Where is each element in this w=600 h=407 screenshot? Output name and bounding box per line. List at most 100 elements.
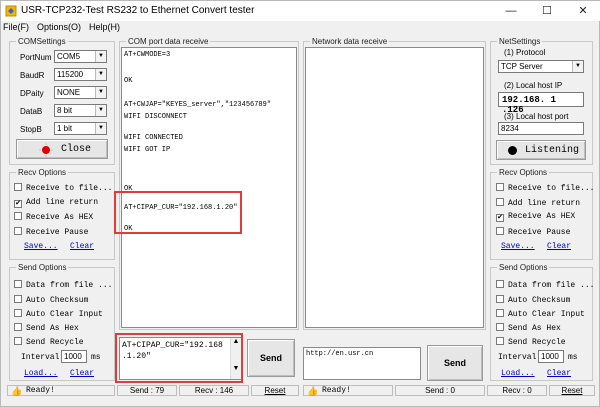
clear-recv-link[interactable]: Clear <box>547 242 571 251</box>
app-icon <box>5 5 17 17</box>
chevron-down-icon[interactable]: ▼ <box>95 69 106 80</box>
local-ip-label: (2) Local host IP <box>504 81 563 90</box>
reset-right-button[interactable]: Reset <box>549 385 595 396</box>
protocol-select[interactable]: TCP Server ▼ <box>498 60 584 73</box>
data-from-file-checkbox[interactable]: Data from file ... <box>496 280 594 290</box>
send-recycle-checkbox[interactable]: Send Recycle <box>496 337 566 347</box>
recv-line: WIFI CONNECTED <box>124 134 183 142</box>
auto-checksum-label: Auto Checksum <box>508 296 571 305</box>
load-link[interactable]: Load... <box>501 369 535 378</box>
chevron-down-icon[interactable]: ▼ <box>95 105 106 116</box>
load-link[interactable]: Load... <box>24 369 58 378</box>
data-from-file-checkbox[interactable]: Data from file ... <box>14 280 112 290</box>
send-options-legend: Send Options <box>499 263 548 272</box>
stopb-select[interactable]: 1 bit ▼ <box>54 122 107 135</box>
local-port-input[interactable]: 8234 <box>498 122 584 135</box>
chevron-down-icon[interactable]: ▼ <box>95 87 106 98</box>
send-as-hex-label: Send As Hex <box>26 324 79 333</box>
receive-to-file-label: Receive to file... <box>26 184 113 193</box>
net-send-textarea[interactable]: http://en.usr.cn <box>303 347 421 380</box>
interval-input[interactable]: 1000 <box>538 350 564 363</box>
listening-label: Listening <box>525 145 580 156</box>
menu-help[interactable]: Help(H) <box>89 22 120 32</box>
dparity-select[interactable]: NONE ▼ <box>54 86 107 99</box>
chevron-down-icon[interactable]: ▼ <box>572 61 583 72</box>
auto-checksum-checkbox[interactable]: Auto Checksum <box>14 295 88 305</box>
recv-line: WIFI DISCONNECT <box>124 113 188 121</box>
title-bar: USR-TCP232-Test RS232 to Ethernet Conver… <box>1 1 600 21</box>
auto-checksum-checkbox[interactable]: Auto Checksum <box>496 295 570 305</box>
recv-line: WIFI GOT IP <box>124 146 171 154</box>
receive-pause-label: Receive Pause <box>26 228 89 237</box>
red-dot-icon <box>39 143 53 157</box>
status-send-right: Send : 0 <box>395 385 485 396</box>
receive-to-file-checkbox[interactable]: Receive to file... <box>496 183 594 193</box>
save-link[interactable]: Save... <box>501 242 535 251</box>
send-recycle-label: Send Recycle <box>508 338 566 347</box>
recv-line <box>124 60 294 69</box>
net-send-button[interactable]: Send <box>427 345 483 381</box>
clear-send-link[interactable]: Clear <box>70 369 94 378</box>
local-ip-input[interactable]: 192.168. 1 .126 <box>498 92 584 115</box>
send-recycle-checkbox[interactable]: Send Recycle <box>14 337 84 347</box>
interval-unit: ms <box>568 353 578 362</box>
send-as-hex-checkbox[interactable]: Send As Hex <box>14 323 79 333</box>
datab-select[interactable]: 8 bit ▼ <box>54 104 107 117</box>
maximize-button[interactable]: ☐ <box>529 1 565 21</box>
datab-value: 8 bit <box>57 106 73 115</box>
recv-line <box>124 122 294 131</box>
chevron-down-icon[interactable]: ▼ <box>95 51 106 62</box>
checkmark-icon: ✔ <box>496 214 504 222</box>
save-link[interactable]: Save... <box>24 242 58 251</box>
com-receive-legend: COM port data receive <box>128 37 209 46</box>
recv-options-legend: Recv Options <box>499 168 548 177</box>
receive-as-hex-label: Receive As HEX <box>508 212 576 221</box>
listening-button[interactable]: Listening <box>496 140 586 160</box>
status-ready-left: Ready! <box>7 385 115 396</box>
highlight-box-receive <box>114 191 242 234</box>
net-receive-textarea[interactable] <box>305 47 484 328</box>
recv-line <box>124 155 294 164</box>
receive-pause-checkbox[interactable]: Receive Pause <box>496 227 570 237</box>
baudr-select[interactable]: 115200 ▼ <box>54 68 107 81</box>
auto-clear-input-checkbox[interactable]: Auto Clear Input <box>14 309 103 319</box>
receive-as-hex-checkbox[interactable]: Receive As HEX <box>14 212 93 222</box>
menu-options[interactable]: Options(O) <box>37 22 81 32</box>
com-receive-textarea[interactable]: AT+CWMODE=3 OK AT+CWJAP="KEYES_server","12… <box>121 47 297 328</box>
recv-line <box>124 86 294 95</box>
minimize-button[interactable]: — <box>493 1 529 21</box>
auto-clear-input-label: Auto Clear Input <box>26 310 103 319</box>
local-port-label: (3) Local host port <box>504 112 569 121</box>
send-as-hex-checkbox[interactable]: Send As Hex <box>496 323 561 333</box>
dparity-label: DPaity <box>20 89 44 98</box>
clear-send-link[interactable]: Clear <box>547 369 571 378</box>
clear-recv-link[interactable]: Clear <box>70 242 94 251</box>
send-as-hex-label: Send As Hex <box>508 324 561 333</box>
close-port-label: Close <box>61 144 92 155</box>
close-window-button[interactable]: ✕ <box>565 1 600 21</box>
send-recycle-label: Send Recycle <box>26 338 84 347</box>
datab-label: DataB <box>20 107 43 116</box>
baudr-label: BaudR <box>20 71 45 80</box>
interval-input[interactable]: 1000 <box>61 350 87 363</box>
auto-clear-input-checkbox[interactable]: Auto Clear Input <box>496 309 585 319</box>
com-send-button[interactable]: Send <box>247 339 295 377</box>
com-settings-legend: COMSettings <box>18 37 66 46</box>
window-title: USR-TCP232-Test RS232 to Ethernet Conver… <box>21 5 255 16</box>
portnum-select[interactable]: COM5 ▼ <box>54 50 107 63</box>
stopb-value: 1 bit <box>57 124 73 133</box>
menu-file[interactable]: File(F) <box>3 22 29 32</box>
receive-as-hex-checkbox[interactable]: ✔ Receive As HEX <box>496 212 575 222</box>
status-recv-right: Recv : 0 <box>487 385 547 396</box>
checkmark-icon: ✔ <box>14 200 22 208</box>
add-line-return-checkbox[interactable]: Add line return <box>496 198 580 208</box>
chevron-down-icon[interactable]: ▼ <box>95 123 106 134</box>
auto-checksum-label: Auto Checksum <box>26 296 89 305</box>
receive-to-file-checkbox[interactable]: Receive to file... <box>14 183 112 193</box>
close-port-button[interactable]: Close <box>16 139 108 159</box>
net-receive-legend: Network data receive <box>312 37 388 46</box>
data-from-file-label: Data from file ... <box>508 281 595 290</box>
receive-pause-checkbox[interactable]: Receive Pause <box>14 227 88 237</box>
reset-left-button[interactable]: Reset <box>251 385 299 396</box>
add-line-return-checkbox[interactable]: ✔ Add line return <box>14 198 98 208</box>
